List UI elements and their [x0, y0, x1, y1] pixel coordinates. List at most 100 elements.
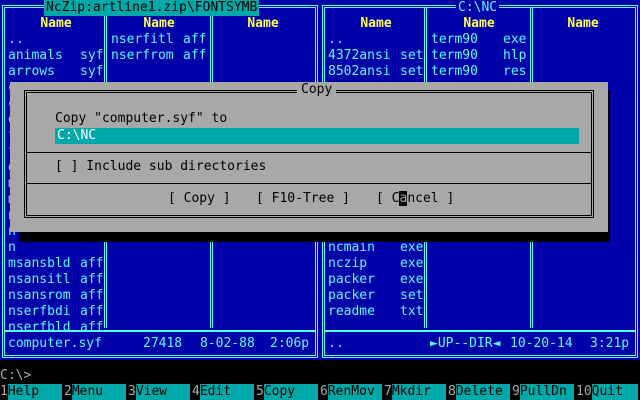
left-panel-path[interactable]: NcZip:artline1.zip\FONTSYMB — [44, 0, 260, 16]
left-col1-item-filename[interactable]: nsansitl — [8, 272, 71, 288]
fkey-label: Quit — [591, 384, 638, 400]
fkey-label: RenMov — [327, 384, 382, 400]
copy-prompt: Copy "computer.syf" to — [55, 111, 228, 126]
destination-input[interactable] — [55, 128, 579, 144]
right-col1-item-extension[interactable]: set — [400, 288, 423, 304]
left-col1-item-extension[interactable]: aff — [80, 304, 103, 320]
fkey-renmov-button[interactable]: 6RenMov — [320, 384, 382, 400]
fkey-help-button[interactable]: 1Help — [0, 384, 62, 400]
left-col1-item-filename[interactable]: arrows — [8, 64, 55, 80]
left-col1-item-filename[interactable]: .. — [8, 32, 24, 48]
copy-button[interactable]: [ Copy ] — [168, 191, 231, 207]
right-col1-item-extension[interactable]: set — [400, 64, 423, 80]
right-col2-item-filename[interactable]: term90 — [431, 32, 478, 48]
left-col1-header[interactable]: Name — [8, 16, 104, 32]
fkey-mkdir-button[interactable]: 7Mkdir — [384, 384, 446, 400]
right-panel-path[interactable]: C:\NC — [456, 0, 500, 16]
left-col3-header[interactable]: Name — [215, 16, 311, 32]
fkey-label: Delete — [455, 384, 510, 400]
right-status-date: 10-20-14 — [510, 336, 573, 351]
left-status-size: 27418 — [143, 336, 183, 351]
fkey-number: 9 — [512, 384, 520, 399]
left-col1-item-filename[interactable]: n — [8, 240, 16, 256]
fkey-delete-button[interactable]: 8Delete — [448, 384, 510, 400]
left-col1-item-extension[interactable]: aff — [80, 256, 103, 272]
right-col1-header[interactable]: Name — [328, 16, 424, 32]
right-col2-item-filename[interactable]: term90 — [431, 64, 478, 80]
left-col2-item-filename[interactable]: nserfitl — [111, 32, 174, 48]
right-col1-item-extension[interactable]: txt — [400, 304, 423, 320]
left-status-date: 8-02-88 — [200, 336, 255, 351]
fkey-label: PullDn — [519, 384, 574, 400]
left-status-filename: computer.syf — [8, 336, 102, 351]
right-col2-item-extension[interactable]: hlp — [503, 48, 526, 64]
right-status-updir: ►UP--DIR◄ — [430, 336, 501, 351]
fkey-copy-button[interactable]: 5Copy — [256, 384, 318, 400]
fkey-number: 3 — [128, 384, 136, 399]
fkey-number: 8 — [448, 384, 456, 399]
fkey-quit-button[interactable]: 10Quit — [576, 384, 638, 400]
left-col1-item-extension[interactable]: aff — [80, 288, 103, 304]
right-col1-item-filename[interactable]: nczip — [328, 256, 367, 272]
right-col1-item-filename[interactable]: .. — [328, 32, 344, 48]
left-col1-item-extension[interactable]: aff — [80, 272, 103, 288]
fkey-label: Mkdir — [391, 384, 446, 400]
fkey-number: 4 — [192, 384, 200, 399]
fkey-number: 2 — [64, 384, 72, 399]
left-col1-item-extension[interactable]: syf — [80, 64, 103, 80]
right-col2-item-filename[interactable]: term90 — [431, 48, 478, 64]
right-col1-item-extension[interactable]: exe — [400, 272, 423, 288]
right-col1-item-filename[interactable]: readme — [328, 304, 375, 320]
copy-dialog-title: Copy — [297, 82, 337, 98]
left-col1-item-extension[interactable]: syf — [80, 48, 103, 64]
fkey-label: Menu — [71, 384, 126, 400]
right-col3-header[interactable]: Name — [535, 16, 631, 32]
left-status-time: 2:06p — [270, 336, 310, 351]
right-col2-item-extension[interactable]: res — [503, 64, 526, 80]
right-col1-item-filename[interactable]: 4372ansi — [328, 48, 391, 64]
right-status-time: 3:21p — [590, 336, 630, 351]
fkey-edit-button[interactable]: 4Edit — [192, 384, 254, 400]
right-col1-item-extension[interactable]: set — [400, 48, 423, 64]
right-status-divider — [325, 330, 635, 332]
cancel-label-end: ncel ] — [407, 191, 455, 206]
function-key-bar: 1Help 2Menu 3View 4Edit 5Copy 6RenMov 7Mkdir 8D… — [0, 384, 640, 400]
command-line[interactable]: C:\> — [0, 368, 640, 384]
left-col1-item-extension[interactable]: aff — [80, 320, 103, 336]
fkey-number: 1 — [0, 384, 8, 399]
left-col2-item-extension[interactable]: aff — [183, 48, 206, 64]
right-col1-item-filename[interactable]: packer — [328, 272, 375, 288]
cancel-button[interactable]: [ Cancel ] — [376, 191, 454, 207]
left-col1-item-filename[interactable]: nserfbdi — [8, 304, 71, 320]
fkey-label: Edit — [199, 384, 254, 400]
fkey-number: 7 — [384, 384, 392, 399]
fkey-label: View — [135, 384, 190, 400]
right-col2-item-extension[interactable]: exe — [503, 32, 526, 48]
right-col1-item-filename[interactable]: ncmain — [328, 240, 375, 256]
right-col1-item-extension[interactable]: exe — [400, 256, 423, 272]
fkey-label: Help — [7, 384, 62, 400]
fkey-number: 5 — [256, 384, 264, 399]
fkey-menu-button[interactable]: 2Menu — [64, 384, 126, 400]
copy-dialog: Copy Copy "computer.syf" to [ ] Include … — [10, 82, 608, 232]
fkey-number: 6 — [320, 384, 328, 399]
include-subdirs-checkbox[interactable]: [ ] Include sub directories — [55, 159, 266, 175]
left-col1-item-filename[interactable]: nserfbld — [8, 320, 71, 336]
f10-tree-button[interactable]: [ F10-Tree ] — [256, 191, 350, 207]
right-col1-item-extension[interactable]: exe — [400, 240, 423, 256]
right-col2-header[interactable]: Name — [431, 16, 527, 32]
fkey-label: Copy — [263, 384, 318, 400]
left-col1-item-filename[interactable]: animals — [8, 48, 63, 64]
left-col2-header[interactable]: Name — [111, 16, 207, 32]
left-col2-item-extension[interactable]: aff — [183, 32, 206, 48]
fkey-view-button[interactable]: 3View — [128, 384, 190, 400]
right-col1-item-filename[interactable]: packer — [328, 288, 375, 304]
fkey-number: 10 — [576, 384, 592, 399]
right-status-filename: .. — [328, 336, 344, 351]
fkey-pulldn-button[interactable]: 9PullDn — [512, 384, 574, 400]
dialog-divider — [27, 183, 591, 184]
left-col1-item-filename[interactable]: msansbld — [8, 256, 71, 272]
left-col1-item-filename[interactable]: nsansrom — [8, 288, 71, 304]
left-col2-item-filename[interactable]: nserfrom — [111, 48, 174, 64]
right-col1-item-filename[interactable]: 8502ansi — [328, 64, 391, 80]
